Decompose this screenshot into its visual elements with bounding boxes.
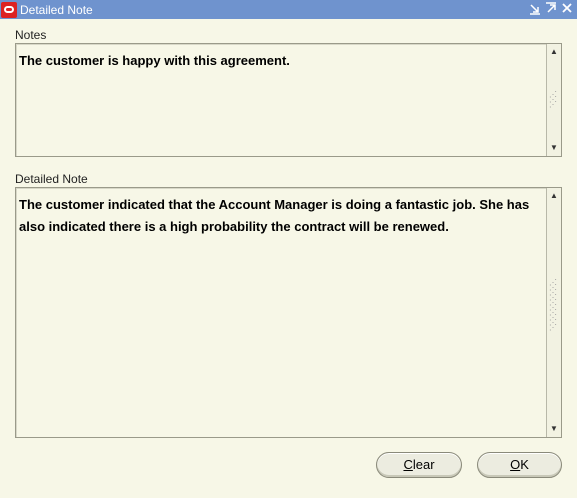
clear-button[interactable]: Clear bbox=[376, 452, 462, 478]
detailed-note-scrollbar[interactable]: ▲ ⋰ ⋰ ⋰ ⋰ ⋰ ⋰ ⋰ ⋰ ⋰ ⋰ ▼ bbox=[546, 188, 561, 437]
clear-button-label: lear bbox=[412, 457, 435, 472]
ok-button[interactable]: OK bbox=[477, 452, 562, 478]
scroll-down-icon[interactable]: ▼ bbox=[547, 422, 561, 436]
clear-button-mnemonic: C bbox=[403, 457, 413, 472]
maximize-icon[interactable] bbox=[544, 1, 558, 17]
notes-text: The customer is happy with this agreemen… bbox=[19, 53, 290, 68]
detailed-note-textarea[interactable]: The customer indicated that the Account … bbox=[15, 187, 562, 438]
detailed-note-label: Detailed Note bbox=[15, 172, 88, 186]
minimize-icon[interactable] bbox=[528, 1, 542, 17]
scroll-grip-icon[interactable]: ⋰ ⋰ ⋰ bbox=[549, 91, 559, 109]
close-icon[interactable] bbox=[560, 1, 574, 17]
notes-textarea[interactable]: The customer is happy with this agreemen… bbox=[15, 43, 562, 157]
window-title: Detailed Note bbox=[20, 2, 93, 17]
notes-scrollbar[interactable]: ▲ ⋰ ⋰ ⋰ ▼ bbox=[546, 44, 561, 156]
title-bar: Detailed Note bbox=[0, 0, 577, 19]
scroll-up-icon[interactable]: ▲ bbox=[547, 189, 561, 203]
detailed-note-text: The customer indicated that the Account … bbox=[19, 194, 529, 238]
scroll-grip-icon[interactable]: ⋰ ⋰ ⋰ ⋰ ⋰ ⋰ ⋰ ⋰ ⋰ ⋰ bbox=[549, 279, 559, 332]
ok-button-label: K bbox=[520, 457, 529, 472]
oracle-app-icon bbox=[1, 1, 17, 18]
window-controls bbox=[528, 1, 574, 17]
scroll-down-icon[interactable]: ▼ bbox=[547, 141, 561, 155]
notes-label: Notes bbox=[15, 28, 47, 42]
scroll-up-icon[interactable]: ▲ bbox=[547, 45, 561, 59]
detailed-note-line-1: The customer indicated that the Account … bbox=[19, 197, 530, 212]
detailed-note-line-2: also indicated there is a high probabili… bbox=[19, 219, 449, 234]
ok-button-mnemonic: O bbox=[510, 457, 521, 472]
